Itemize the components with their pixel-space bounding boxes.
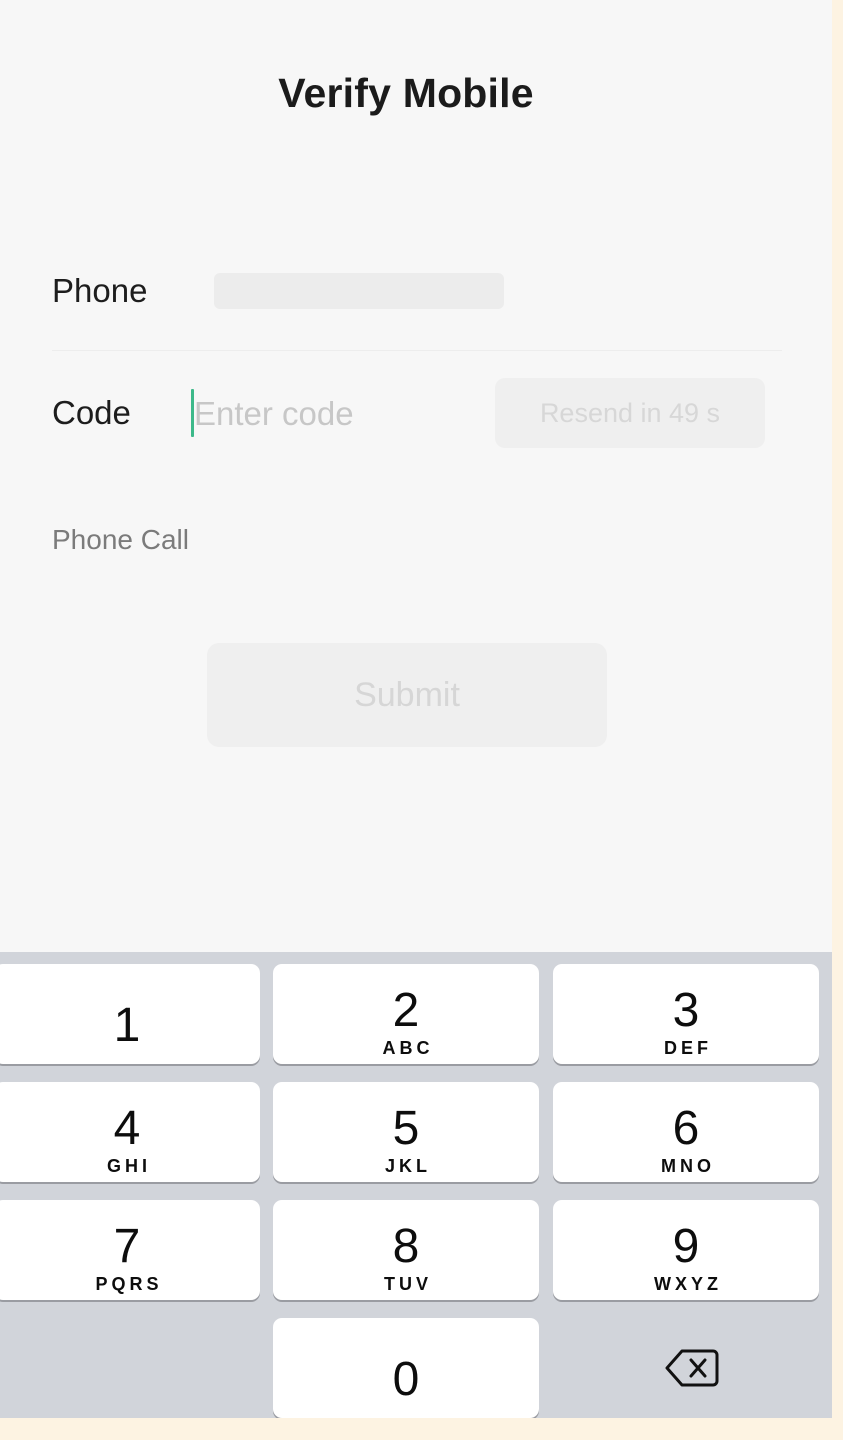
key-0[interactable]: 0 (273, 1318, 539, 1418)
numeric-keypad: 1 2 ABC 3 DEF 4 GHI 5 JKL 6 MNO 7 PQRS 8… (0, 952, 832, 1418)
key-9[interactable]: 9 WXYZ (553, 1200, 819, 1300)
backspace-key[interactable] (553, 1318, 819, 1418)
code-label: Code (52, 394, 131, 431)
key-digit: 5 (392, 1102, 420, 1155)
phone-row-divider (52, 350, 782, 351)
page-title: Verify Mobile (278, 70, 534, 116)
key-letters: ABC (382, 1038, 434, 1058)
key-5[interactable]: 5 JKL (273, 1082, 539, 1182)
key-digit: 3 (672, 984, 700, 1037)
key-8[interactable]: 8 TUV (273, 1200, 539, 1300)
key-letters: GHI (106, 1156, 151, 1176)
phone-label: Phone (52, 272, 148, 309)
key-7[interactable]: 7 PQRS (0, 1200, 260, 1300)
key-digit: 0 (392, 1352, 420, 1406)
code-input[interactable] (190, 388, 484, 440)
resend-code-button[interactable]: Resend in 49 s (495, 378, 765, 448)
key-letters: MNO (661, 1156, 715, 1176)
key-digit: 4 (113, 1102, 141, 1155)
key-6[interactable]: 6 MNO (553, 1082, 819, 1182)
key-letters: PQRS (95, 1274, 163, 1294)
text-caret (191, 389, 194, 437)
key-digit: 9 (672, 1220, 700, 1273)
key-2[interactable]: 2 ABC (273, 964, 539, 1064)
key-digit: 7 (113, 1220, 141, 1273)
key-1[interactable]: 1 (0, 964, 260, 1064)
backspace-icon (665, 1349, 719, 1387)
key-3[interactable]: 3 DEF (553, 964, 819, 1064)
submit-button[interactable]: Submit (207, 643, 607, 747)
key-digit: 1 (113, 998, 141, 1052)
key-digit: 8 (392, 1220, 420, 1273)
verify-mobile-screen: Verify Mobile Phone Code Resend in 49 s … (0, 0, 832, 1418)
phone-number-value (214, 273, 504, 309)
key-digit: 2 (392, 984, 420, 1037)
key-letters: TUV (384, 1274, 432, 1294)
key-letters: WXYZ (654, 1274, 722, 1294)
key-digit: 6 (672, 1102, 700, 1155)
key-letters: DEF (664, 1038, 712, 1058)
key-letters: JKL (384, 1156, 431, 1176)
key-4[interactable]: 4 GHI (0, 1082, 260, 1182)
phone-call-link[interactable]: Phone Call (52, 524, 189, 556)
